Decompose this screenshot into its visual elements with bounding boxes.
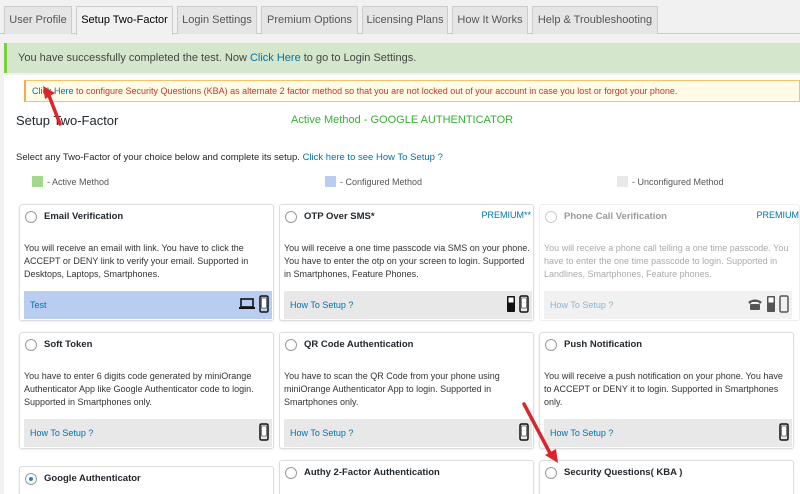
card-title: Authy 2-Factor Authentication — [304, 467, 440, 478]
device-icons — [779, 423, 789, 441]
active-method-label: Active Method - GOOGLE AUTHENTICATOR — [291, 114, 514, 126]
radio-email-verification[interactable] — [25, 211, 37, 223]
device-icons — [259, 423, 269, 441]
card-description: You will receive a one time passcode via… — [284, 243, 530, 279]
laptop-icon — [239, 298, 255, 309]
feature-phone-icon — [507, 296, 515, 312]
premium-badge: PREMIUM — [756, 210, 800, 220]
tab-bar: User Profile Setup Two-Factor Login Sett… — [0, 0, 800, 35]
tab-user-profile[interactable]: User Profile — [4, 6, 72, 34]
card-title: Security Questions( KBA ) — [564, 467, 683, 478]
tab-how-it-works[interactable]: How It Works — [452, 6, 528, 34]
how-to-setup-link[interactable]: Click here to see How To Setup ? — [303, 152, 443, 163]
card-title: Google Authenticator — [44, 473, 141, 484]
radio-authy-2fa[interactable] — [285, 467, 297, 479]
legend-unconfigured-label: - Unconfigured Method — [632, 176, 724, 187]
legend-unconfigured-swatch — [617, 176, 628, 187]
card-otp-over-sms[interactable]: OTP Over SMS* PREMIUM** You will receive… — [279, 204, 534, 321]
kba-notice-text: to configure Security Questions (KBA) as… — [73, 86, 678, 96]
card-footer: How To Setup ? — [544, 291, 792, 319]
test-link[interactable]: Test — [30, 300, 47, 310]
card-footer: How To Setup ? — [544, 419, 792, 447]
card-title: Phone Call Verification — [564, 211, 667, 222]
legend-active-swatch — [32, 176, 43, 187]
card-google-authenticator[interactable]: Google Authenticator — [19, 466, 274, 494]
card-authy-2fa[interactable]: Authy 2-Factor Authentication — [279, 460, 534, 494]
card-footer: How To Setup ? — [284, 291, 532, 319]
device-icons — [506, 295, 529, 313]
how-to-setup-link[interactable]: How To Setup ? — [550, 300, 613, 310]
select-instructions-text: Select any Two-Factor of your choice bel… — [16, 152, 303, 163]
device-icons — [238, 295, 269, 313]
legend-active-label: - Active Method — [47, 176, 110, 187]
radio-google-authenticator[interactable] — [25, 473, 37, 485]
feature-phone-icon — [767, 296, 775, 312]
how-to-setup-link[interactable]: How To Setup ? — [290, 428, 353, 438]
card-security-questions[interactable]: Security Questions( KBA ) — [539, 460, 794, 494]
premium-badge: PREMIUM** — [481, 210, 531, 220]
card-description: You will receive a push notification on … — [544, 371, 783, 407]
radio-security-questions[interactable] — [545, 467, 557, 479]
tab-help-troubleshooting[interactable]: Help & Troubleshooting — [532, 6, 658, 34]
how-to-setup-link[interactable]: How To Setup ? — [290, 300, 353, 310]
legend-configured: - Configured Method — [325, 176, 422, 187]
kba-notice: Click Here to configure Security Questio… — [24, 80, 800, 102]
login-settings-link[interactable]: Click Here — [250, 52, 301, 64]
card-soft-token[interactable]: Soft Token You have to enter 6 digits co… — [19, 332, 274, 449]
card-description: You have to scan the QR Code from your p… — [284, 371, 500, 407]
radio-soft-token[interactable] — [25, 339, 37, 351]
card-title: OTP Over SMS* — [304, 211, 375, 222]
card-footer: Test — [24, 291, 272, 319]
card-footer: How To Setup ? — [284, 419, 532, 447]
tab-premium-options[interactable]: Premium Options — [261, 6, 358, 34]
legend-configured-swatch — [325, 176, 336, 187]
success-notice-text: You have successfully completed the test… — [18, 52, 250, 64]
smartphone-icon — [259, 423, 269, 441]
card-title: QR Code Authentication — [304, 339, 414, 350]
arrow-to-kba-link — [43, 86, 62, 126]
card-title: Push Notification — [564, 339, 643, 350]
device-icons — [747, 295, 789, 313]
legend-active: - Active Method — [32, 176, 109, 187]
card-qr-code-authentication[interactable]: QR Code Authentication You have to scan … — [279, 332, 534, 449]
how-to-setup-link[interactable]: How To Setup ? — [30, 428, 93, 438]
card-description: You will receive a phone call telling a … — [544, 243, 789, 279]
radio-qr-code-authentication[interactable] — [285, 339, 297, 351]
card-title: Soft Token — [44, 339, 93, 350]
card-phone-call-verification[interactable]: Phone Call Verification PREMIUM You will… — [539, 204, 800, 321]
landline-phone-icon — [748, 299, 762, 310]
card-description: You have to enter 6 digits code generate… — [24, 371, 254, 407]
smartphone-icon — [779, 295, 789, 313]
smartphone-icon — [259, 295, 269, 313]
smartphone-icon — [779, 423, 789, 441]
radio-phone-call-verification[interactable] — [545, 211, 557, 223]
card-title: Email Verification — [44, 211, 124, 222]
success-notice-suffix: to go to Login Settings. — [300, 52, 417, 64]
tab-login-settings[interactable]: Login Settings — [177, 6, 257, 34]
card-push-notification[interactable]: Push Notification You will receive a pus… — [539, 332, 794, 449]
card-description: You will receive an email with link. You… — [24, 243, 249, 279]
card-email-verification[interactable]: Email Verification You will receive an e… — [19, 204, 274, 321]
card-footer: How To Setup ? — [24, 419, 272, 447]
smartphone-icon — [519, 295, 529, 313]
select-instructions: Select any Two-Factor of your choice bel… — [16, 152, 443, 163]
arrow-to-security-questions — [522, 402, 558, 463]
tab-licensing-plans[interactable]: Licensing Plans — [362, 6, 448, 34]
radio-push-notification[interactable] — [545, 339, 557, 351]
legend-configured-label: - Configured Method — [340, 176, 423, 187]
radio-otp-over-sms[interactable] — [285, 211, 297, 223]
success-notice: You have successfully completed the test… — [4, 43, 800, 73]
tab-setup-two-factor[interactable]: Setup Two-Factor — [76, 6, 173, 35]
legend-unconfigured: - Unconfigured Method — [617, 176, 724, 187]
